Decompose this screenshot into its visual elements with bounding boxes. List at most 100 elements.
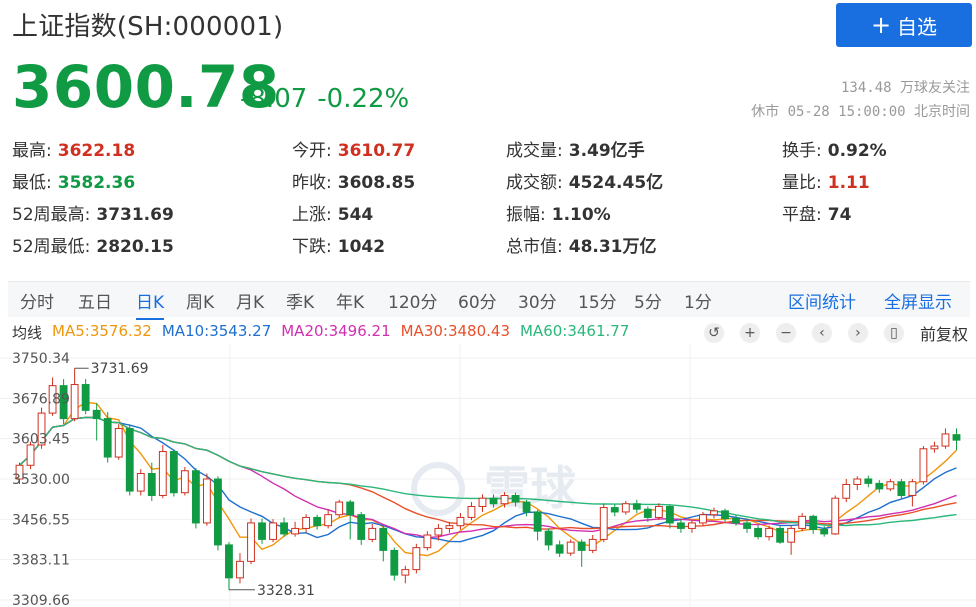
candle-down — [147, 473, 156, 496]
ma-item-3: MA30:3480.43 — [400, 322, 510, 340]
stat-label: 量比: — [782, 173, 822, 193]
tab-7[interactable]: 120分 — [388, 288, 437, 313]
candle-down — [809, 515, 818, 531]
y-tick-label: 3530.00 — [12, 472, 70, 488]
candle-down — [864, 478, 873, 484]
candle-up — [941, 433, 950, 447]
candle-down — [511, 494, 520, 503]
stat-value: 48.31万亿 — [568, 237, 657, 257]
tab-5[interactable]: 季K — [286, 288, 314, 313]
y-tick-label: 3456.55 — [12, 512, 70, 528]
undo-icon[interactable]: ↺ — [703, 323, 724, 343]
candle-up — [335, 501, 344, 516]
chart-toolbar: ↺ + − ‹ › ▯ 前复权 — [688, 323, 968, 344]
stat-value: 3608.85 — [337, 173, 416, 193]
tab-10[interactable]: 15分 — [578, 288, 617, 313]
tab-8[interactable]: 60分 — [458, 288, 497, 313]
plus-icon: + — [870, 11, 892, 39]
candle-up — [688, 522, 696, 529]
tab-6[interactable]: 年K — [336, 288, 364, 313]
candle-up — [136, 473, 145, 492]
tab-4[interactable]: 月K — [236, 288, 264, 313]
candle-down — [191, 470, 200, 524]
candle-down — [92, 409, 101, 420]
scroll-right-icon[interactable]: › — [847, 323, 868, 343]
stat-item: 今开: 3610.77 — [292, 136, 415, 161]
candle-up — [478, 497, 487, 507]
candle-up — [236, 560, 244, 579]
candle-up — [699, 514, 707, 524]
candle-down — [754, 527, 762, 538]
stock-title: 上证指数(SH:000001) — [12, 12, 284, 42]
candle-down — [632, 503, 641, 510]
candle-down — [952, 434, 961, 441]
tab-0[interactable]: 分时 — [20, 288, 54, 313]
candle-up — [842, 483, 851, 499]
tab-2[interactable]: 日K — [136, 288, 165, 320]
candle-up — [26, 444, 35, 466]
tab-12[interactable]: 1分 — [684, 288, 712, 313]
stat-label: 最低: — [12, 173, 52, 193]
stat-item: 振幅: 1.10% — [506, 200, 611, 225]
y-tick-label: 3676.89 — [12, 391, 70, 407]
stat-item: 平盘: 74 — [782, 200, 851, 225]
ma-legend: 均线 MA5:3576.32 MA10:3543.27 MA20:3496.21 MA3… — [12, 322, 629, 343]
candle-down — [533, 511, 542, 532]
candle-style-icon[interactable]: ▯ — [883, 323, 904, 343]
add-watchlist-label: 自选 — [897, 14, 938, 39]
candle-up — [368, 527, 377, 540]
watermark-text: 雪球 — [484, 461, 577, 515]
stat-value: 74 — [827, 205, 852, 225]
zoom-out-icon[interactable]: − — [775, 323, 796, 343]
stat-label: 上涨: — [292, 205, 332, 225]
stat-label: 换手: — [782, 141, 822, 161]
tab-9[interactable]: 30分 — [518, 288, 557, 313]
candle-down — [489, 497, 498, 505]
tab-11[interactable]: 5分 — [634, 288, 662, 313]
candle-up — [70, 384, 79, 420]
tab-1[interactable]: 五日 — [78, 288, 112, 313]
candle-down — [346, 501, 355, 516]
y-tick-label: 3383.11 — [12, 553, 70, 569]
stat-item: 换手: 0.92% — [782, 136, 887, 161]
high-annotation: 3731.69 — [91, 361, 149, 377]
candle-down — [776, 527, 785, 543]
stat-item: 昨收: 3608.85 — [292, 168, 415, 193]
kline-chart[interactable]: 雪球 3750.34 3676.89 3603.45 3530.00 3456.55 338… — [0, 344, 976, 607]
candle-up — [291, 527, 300, 535]
adjust-mode-button[interactable]: 前复权 — [920, 323, 968, 344]
candle-up — [765, 527, 774, 538]
period-tabs: 分时 五日 日K 周K 月K 季K 年K 120分 60分 30分 15分 5分 1分 区间统计 全屏显示 — [8, 281, 970, 320]
candle-down — [643, 508, 652, 518]
candle-up — [180, 470, 189, 494]
candle-down — [313, 516, 322, 527]
y-tick-label: 3750.34 — [12, 351, 70, 367]
add-watchlist-button[interactable]: + 自选 — [836, 3, 972, 47]
candle-up — [831, 497, 840, 535]
candle-up — [599, 507, 608, 540]
candle-down — [743, 522, 751, 529]
candle-up — [114, 427, 123, 458]
tab-3[interactable]: 周K — [186, 288, 214, 313]
candle-down — [280, 522, 288, 535]
candle-down — [103, 418, 112, 458]
candle-down — [676, 522, 685, 529]
kline-svg[interactable]: 雪球 3750.34 3676.89 3603.45 3530.00 3456.55 338… — [0, 344, 976, 607]
stat-item: 量比: 1.11 — [782, 168, 870, 193]
candle-down — [125, 427, 134, 492]
stat-label: 成交额: — [506, 173, 563, 193]
zoom-in-icon[interactable]: + — [739, 323, 760, 343]
change-percent: -0.22% — [317, 84, 410, 114]
stat-value: 2820.15 — [96, 237, 174, 257]
candle-down — [81, 384, 90, 411]
candle-up — [445, 525, 454, 529]
stat-label: 总市值: — [506, 237, 563, 257]
candle-down — [169, 451, 178, 494]
fullscreen-link[interactable]: 全屏显示 — [884, 288, 952, 313]
candle-up — [798, 515, 807, 529]
watermark-logo-icon — [411, 462, 465, 516]
y-tick-label: 3309.66 — [12, 593, 70, 607]
scroll-left-icon[interactable]: ‹ — [811, 323, 832, 343]
candle-down — [258, 522, 266, 540]
range-stats-link[interactable]: 区间统计 — [788, 288, 856, 313]
